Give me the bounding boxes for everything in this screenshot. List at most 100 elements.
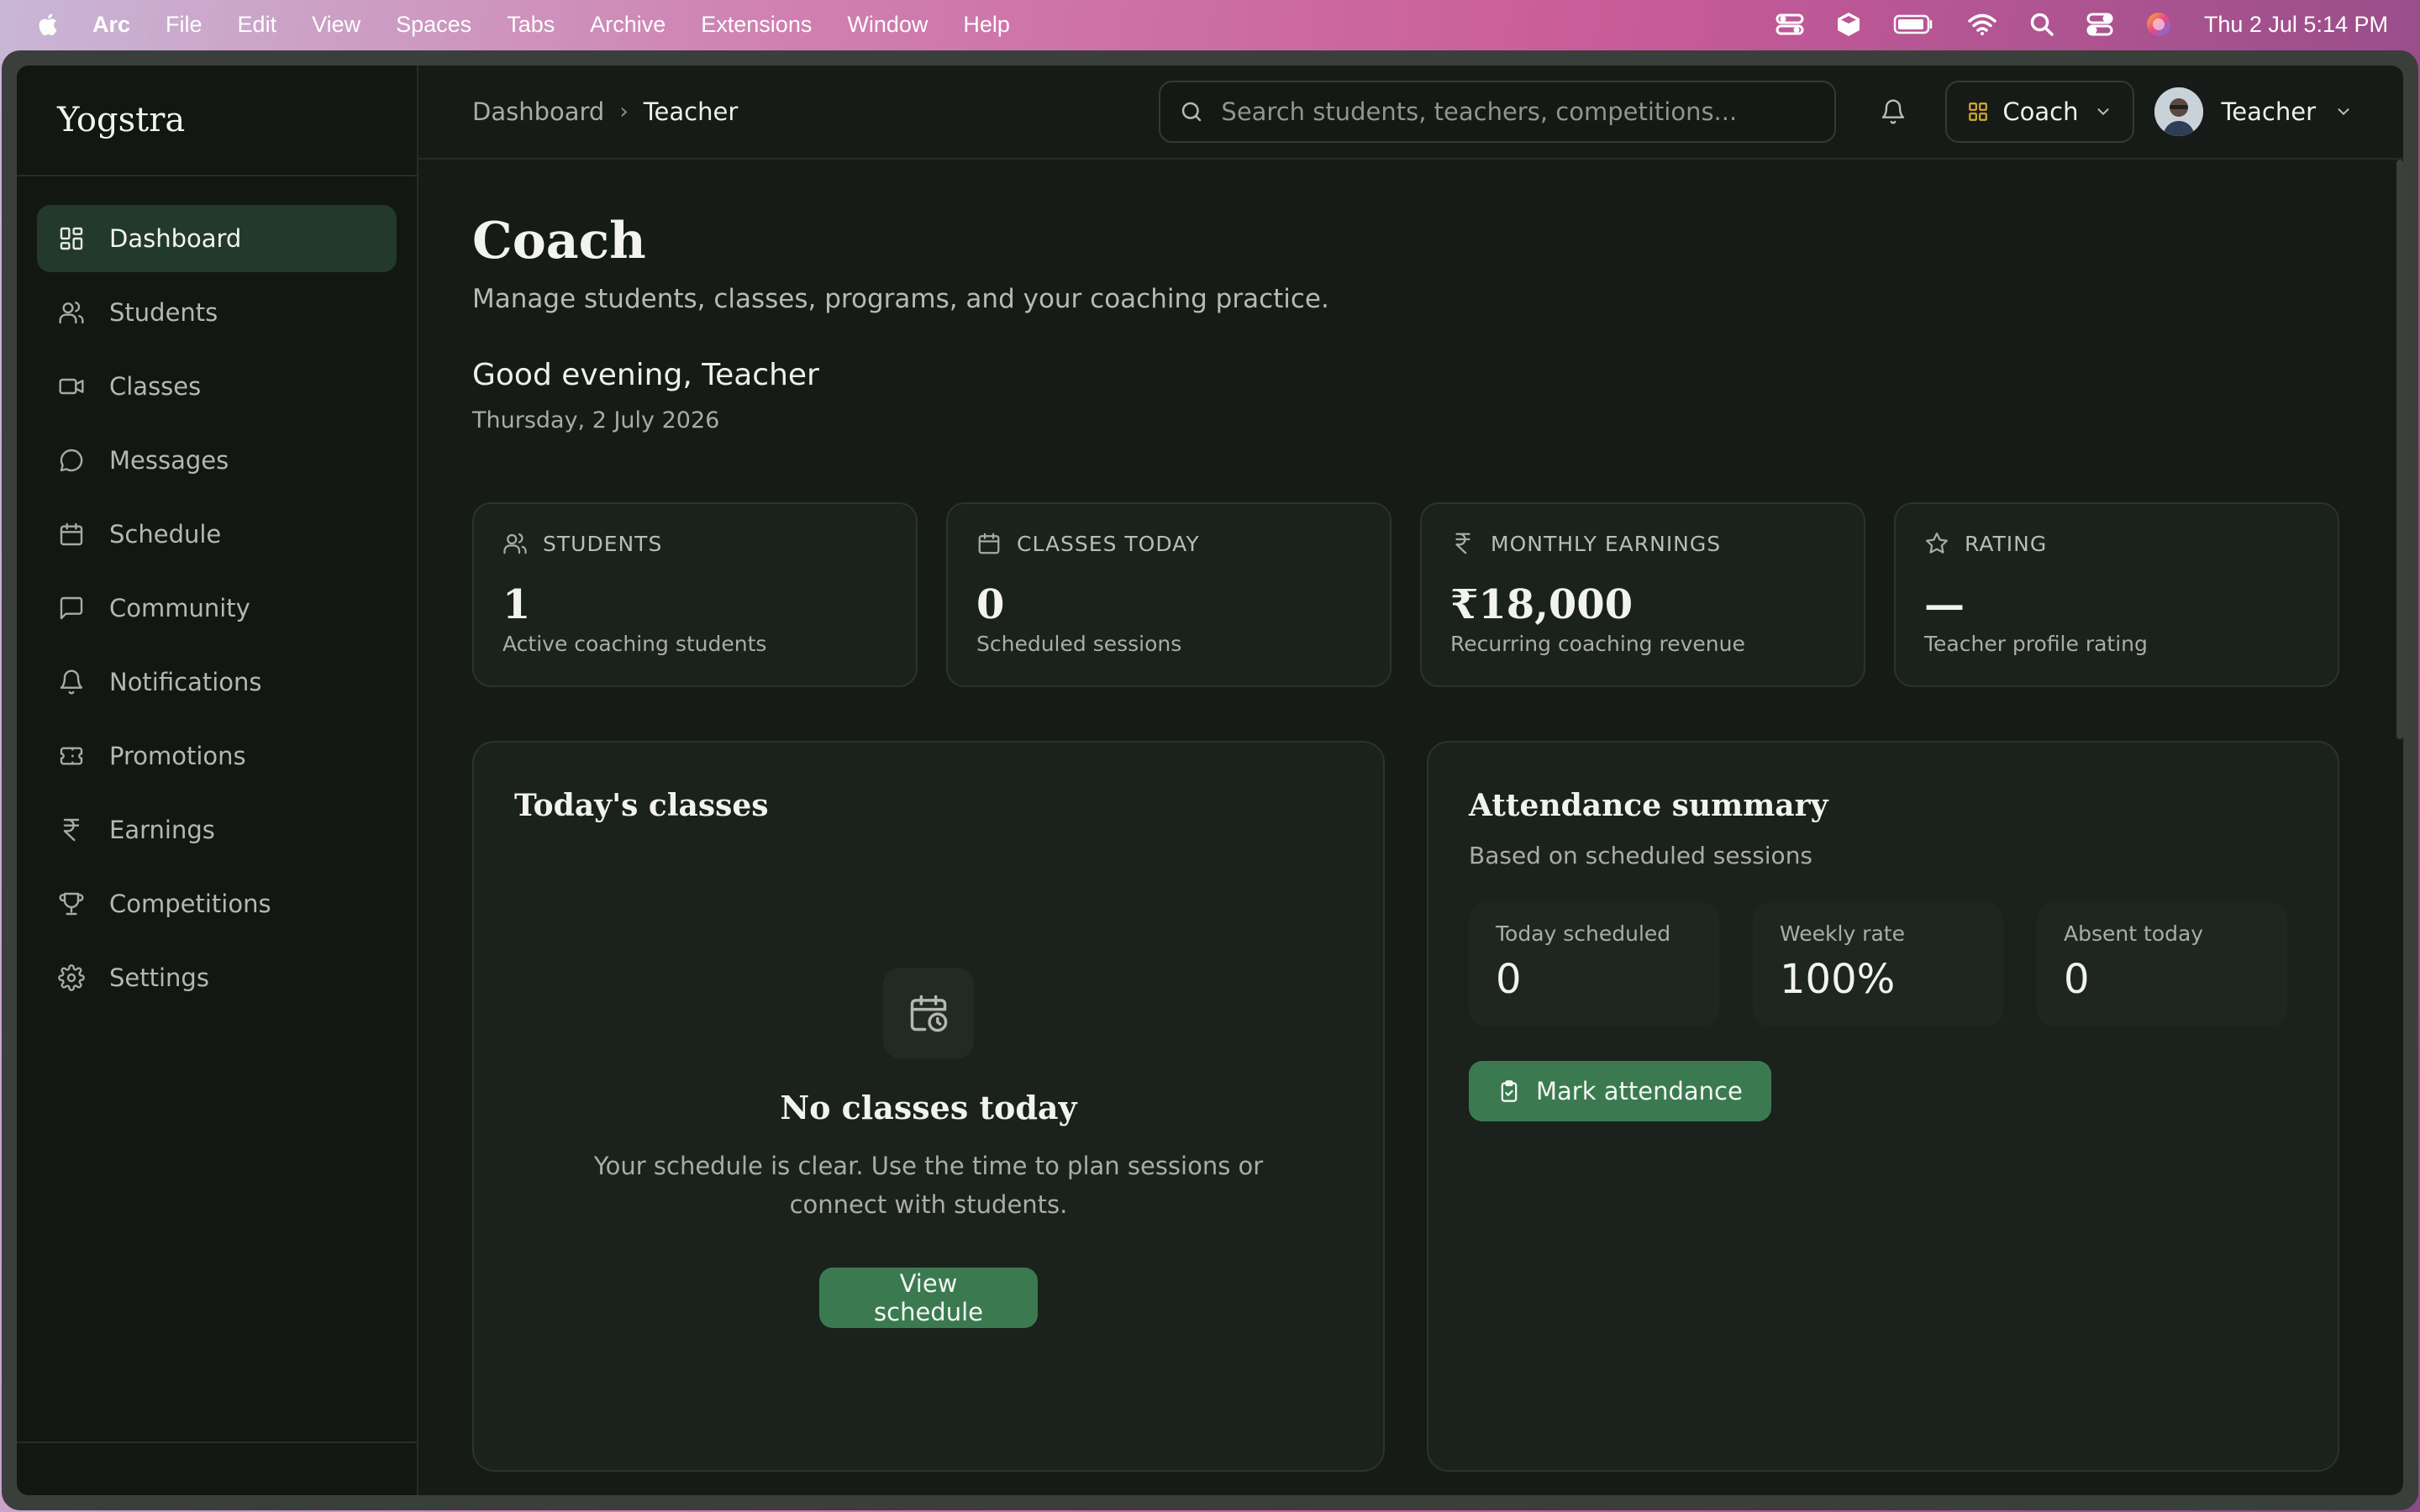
message-square-icon xyxy=(57,594,86,622)
battery-icon[interactable] xyxy=(1893,13,1935,35)
users-icon xyxy=(57,298,86,327)
box-icon[interactable] xyxy=(1836,11,1861,38)
empty-description: Your schedule is clear. Use the time to … xyxy=(593,1152,1264,1219)
calendar-icon xyxy=(978,533,1000,554)
sidebar-item-messages[interactable]: Messages xyxy=(37,427,397,494)
avatar xyxy=(2154,87,2203,136)
breadcrumb-dashboard[interactable]: Dashboard xyxy=(472,97,604,126)
menubar-clock[interactable]: Thu 2 Jul 5:14 PM xyxy=(2204,12,2388,38)
bell-icon xyxy=(57,668,86,696)
stat-label: CLASSES TODAY xyxy=(1017,531,1200,556)
sidebar-item-label: Promotions xyxy=(109,742,246,770)
search-icon xyxy=(1182,102,1202,122)
grid-icon xyxy=(1969,102,1988,121)
sidebar-item-label: Earnings xyxy=(109,816,215,844)
stat-card-monthly-earnings: MONTHLY EARNINGS ₹18,000 Recurring coach… xyxy=(1420,502,1865,687)
metric-value: 0 xyxy=(2064,956,2090,1003)
sidebar-item-classes[interactable]: Classes xyxy=(37,353,397,420)
scrollbar[interactable] xyxy=(2396,160,2403,739)
search-box[interactable]: Search students, teachers, competitions.… xyxy=(1159,81,1837,143)
empty-title: No classes today xyxy=(780,1089,1077,1126)
sidebar-footer xyxy=(17,1441,417,1495)
sidebar-item-settings[interactable]: Settings xyxy=(37,944,397,1011)
sidebar-item-community[interactable]: Community xyxy=(37,575,397,642)
menu-view[interactable]: View xyxy=(312,12,360,38)
page-subtitle: Manage students, classes, programs, and … xyxy=(472,284,1329,314)
mark-attendance-label: Mark attendance xyxy=(1536,1077,1743,1105)
sidebar-item-label: Settings xyxy=(109,963,209,992)
stat-header: CLASSES TODAY xyxy=(976,531,1361,556)
control-center-icon[interactable] xyxy=(2086,13,2113,36)
stat-value: — xyxy=(1924,581,1965,628)
notifications-button[interactable] xyxy=(1871,90,1915,134)
menu-spaces[interactable]: Spaces xyxy=(396,12,471,38)
top-bar: Dashboard › Teacher Search students, tea… xyxy=(418,66,2403,160)
clipboard-check-icon xyxy=(1501,1080,1518,1102)
sidebar-item-students[interactable]: Students xyxy=(37,279,397,346)
sidebar-item-promotions[interactable]: Promotions xyxy=(37,722,397,790)
stat-card-classes-today: CLASSES TODAY 0 Scheduled sessions xyxy=(946,502,1392,687)
brand-logo[interactable]: Yogstra xyxy=(17,66,417,176)
stat-header: MONTHLY EARNINGS xyxy=(1450,531,1835,556)
todays-classes-panel: Today's classes No classes today Your sc… xyxy=(472,741,1385,1472)
current-date: Thursday, 2 July 2026 xyxy=(472,407,720,433)
menu-window[interactable]: Window xyxy=(847,12,928,38)
main-area: Dashboard › Teacher Search students, tea… xyxy=(418,66,2403,1495)
wifi-icon[interactable] xyxy=(1967,13,1997,36)
stat-card-students: STUDENTS 1 Active coaching students xyxy=(472,502,918,687)
menu-extensions[interactable]: Extensions xyxy=(701,12,812,38)
metric-absent-today: Absent today 0 xyxy=(2037,903,2287,1026)
menu-file[interactable]: File xyxy=(166,12,203,38)
panel-title: Today's classes xyxy=(514,788,769,823)
search-input[interactable]: Search students, teachers, competitions.… xyxy=(1221,97,1737,126)
menu-edit[interactable]: Edit xyxy=(238,12,277,38)
breadcrumb: Dashboard › Teacher xyxy=(472,97,738,126)
sidebar-item-label: Classes xyxy=(109,372,202,401)
stat-value: 0 xyxy=(976,581,1005,628)
attendance-metrics: Today scheduled 0 Weekly rate 100% Absen… xyxy=(1469,903,2297,1026)
sidebar-item-label: Community xyxy=(109,594,250,622)
metric-label: Today scheduled xyxy=(1496,921,1671,946)
stat-description: Teacher profile rating xyxy=(1924,632,2148,656)
sidebar-item-dashboard[interactable]: Dashboard xyxy=(37,205,397,272)
ticket-icon xyxy=(57,742,86,770)
dashboard-content: Coach Manage students, classes, programs… xyxy=(418,160,2403,1472)
spotlight-search-icon[interactable] xyxy=(2029,12,2054,37)
metric-weekly-rate: Weekly rate 100% xyxy=(1753,903,2003,1026)
sidebar-item-competitions[interactable]: Competitions xyxy=(37,870,397,937)
menu-help[interactable]: Help xyxy=(963,12,1010,38)
sidebar-item-label: Competitions xyxy=(109,890,271,918)
stats-row: STUDENTS 1 Active coaching students CLAS… xyxy=(472,502,2349,687)
greeting: Good evening, Teacher xyxy=(472,358,819,392)
menu-archive[interactable]: Archive xyxy=(590,12,666,38)
apple-icon[interactable] xyxy=(35,12,59,37)
user-menu[interactable]: Teacher xyxy=(2154,87,2354,136)
stat-card-rating: RATING — Teacher profile rating xyxy=(1894,502,2339,687)
sidebar-item-earnings[interactable]: Earnings xyxy=(37,796,397,864)
menu-bar: Arc File Edit View Spaces Tabs Archive E… xyxy=(0,0,2420,49)
chat-bubble-icon xyxy=(57,446,86,475)
sidebar-item-schedule[interactable]: Schedule xyxy=(37,501,397,568)
sidebar-nav: Dashboard Students Classes Messages Sche… xyxy=(17,176,417,1047)
stat-value: 1 xyxy=(502,581,531,628)
siri-icon[interactable] xyxy=(2145,11,2172,38)
stat-value: ₹18,000 xyxy=(1450,581,1634,628)
stat-label: RATING xyxy=(1965,531,2048,556)
role-switcher[interactable]: Coach xyxy=(1945,81,2134,143)
star-icon xyxy=(1926,533,1948,554)
chevron-down-icon xyxy=(2338,108,2349,116)
menu-tabs[interactable]: Tabs xyxy=(507,12,555,38)
sidebar-item-notifications[interactable]: Notifications xyxy=(37,648,397,716)
dashboard-icon xyxy=(57,224,86,253)
attendance-summary-panel: Attendance summary Based on scheduled se… xyxy=(1427,741,2339,1472)
page-title: Coach xyxy=(472,212,646,270)
view-schedule-button[interactable]: View schedule xyxy=(819,1268,1038,1328)
menu-app-name[interactable]: Arc xyxy=(92,12,130,38)
calendar-icon xyxy=(57,520,86,549)
calendar-clock-icon xyxy=(883,968,974,1058)
control-strip-icon[interactable] xyxy=(1776,13,1804,36)
sidebar-item-label: Dashboard xyxy=(109,224,242,253)
mark-attendance-button[interactable]: Mark attendance xyxy=(1469,1061,1771,1121)
stat-description: Active coaching students xyxy=(502,632,767,656)
panels-row: Today's classes No classes today Your sc… xyxy=(472,741,2349,1472)
